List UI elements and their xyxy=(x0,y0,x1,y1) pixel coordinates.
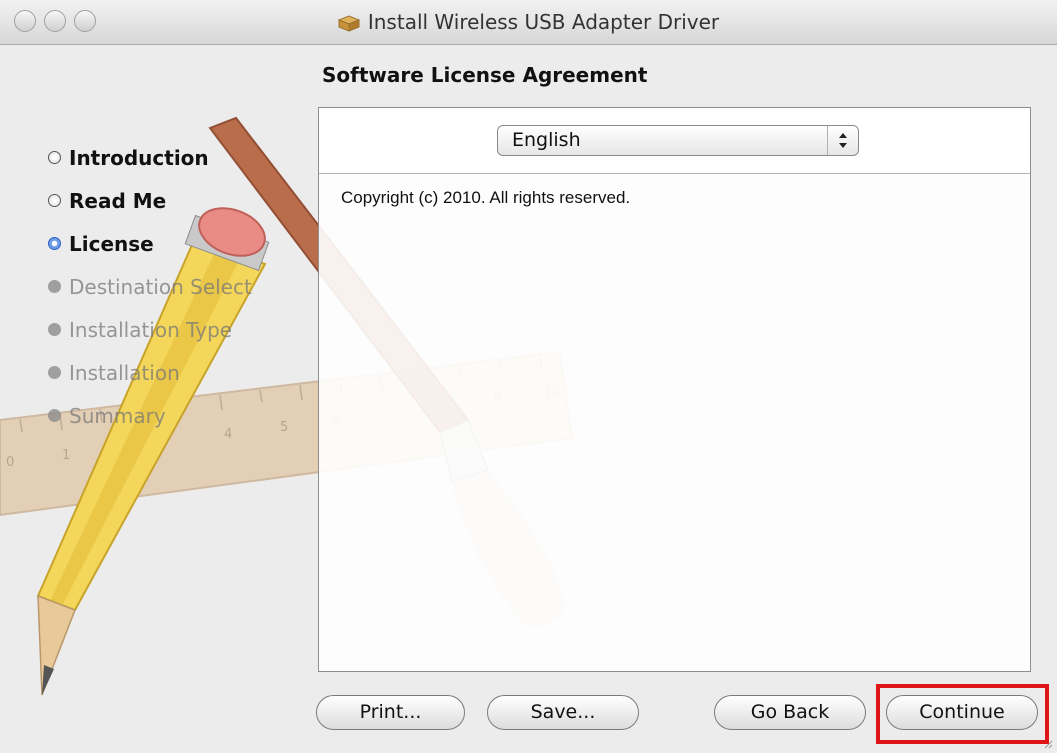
license-panel: English Copyright (c) 2010. All rights r… xyxy=(318,107,1031,672)
step-destination-select: Destination Select xyxy=(48,271,252,314)
step-bullet-icon xyxy=(48,237,61,250)
step-bullet-icon xyxy=(48,323,61,336)
language-select[interactable]: English xyxy=(497,125,859,156)
window-title: Install Wireless USB Adapter Driver xyxy=(0,10,1057,37)
step-bullet-icon xyxy=(48,151,61,164)
step-label: License xyxy=(69,232,154,256)
step-bullet-icon xyxy=(48,366,61,379)
step-bullet-icon xyxy=(48,280,61,293)
step-read-me: Read Me xyxy=(48,185,252,228)
language-select-value: English xyxy=(512,129,581,151)
up-down-arrows-icon xyxy=(827,126,858,155)
step-introduction: Introduction xyxy=(48,142,252,185)
language-bar: English xyxy=(319,108,1030,174)
step-bullet-icon xyxy=(48,409,61,422)
license-text: Copyright (c) 2010. All rights reserved. xyxy=(341,188,631,207)
svg-text:0: 0 xyxy=(6,455,14,470)
step-bullet-icon xyxy=(48,194,61,207)
print-button[interactable]: Print... xyxy=(316,695,465,730)
continue-button[interactable]: Continue xyxy=(886,695,1038,730)
page-heading: Software License Agreement xyxy=(322,63,648,87)
go-back-button[interactable]: Go Back xyxy=(714,695,866,730)
step-label: Summary xyxy=(69,404,166,428)
step-label: Installation Type xyxy=(69,318,233,342)
install-steps-list: Introduction Read Me License Destination… xyxy=(48,142,252,443)
step-label: Read Me xyxy=(69,189,167,213)
package-icon xyxy=(337,13,361,37)
step-installation-type: Installation Type xyxy=(48,314,252,357)
resize-grip-icon[interactable] xyxy=(1043,739,1053,749)
svg-text:1: 1 xyxy=(62,448,70,463)
step-license: License xyxy=(48,228,252,271)
step-installation: Installation xyxy=(48,357,252,400)
svg-text:5: 5 xyxy=(280,420,288,435)
step-label: Destination Select xyxy=(69,275,252,299)
title-bar: Install Wireless USB Adapter Driver xyxy=(0,0,1057,45)
save-button[interactable]: Save... xyxy=(487,695,639,730)
step-label: Introduction xyxy=(69,146,209,170)
installer-window: 01 45 6910 xyxy=(0,0,1057,753)
window-title-text: Install Wireless USB Adapter Driver xyxy=(367,10,720,34)
step-label: Installation xyxy=(69,361,180,385)
step-summary: Summary xyxy=(48,400,252,443)
